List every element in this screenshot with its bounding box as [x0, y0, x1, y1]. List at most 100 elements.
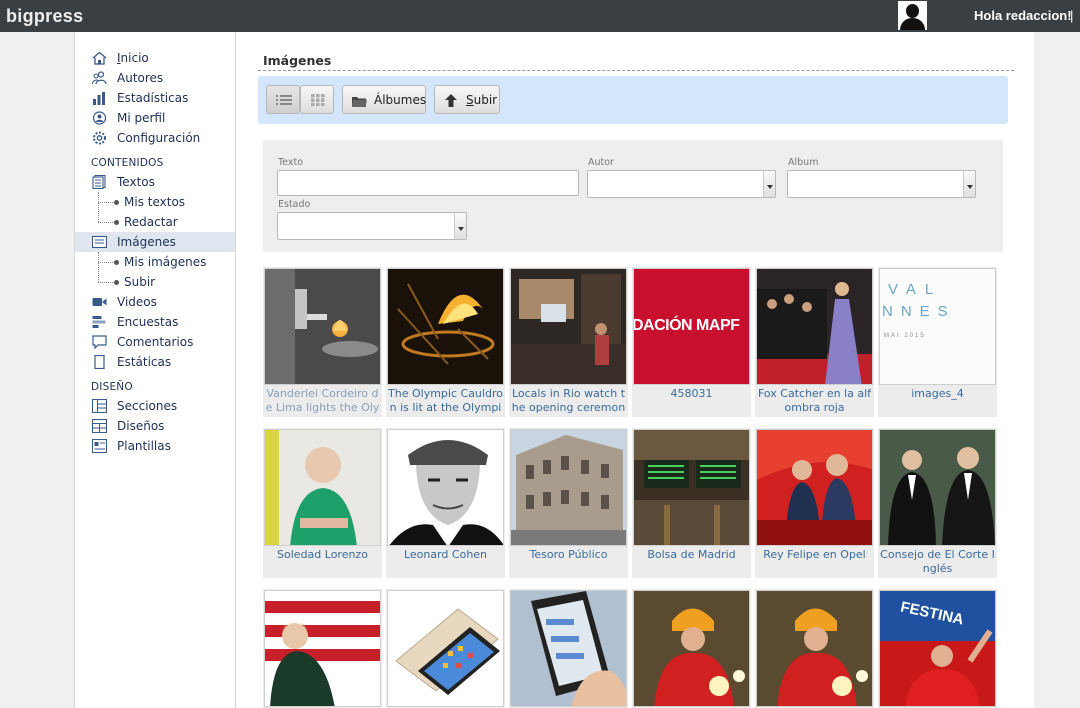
albums-button[interactable]: Álbumes: [342, 85, 426, 114]
sidebar-item-comentarios[interactable]: Comentarios: [75, 332, 235, 352]
image-thumbnail[interactable]: [879, 429, 996, 546]
sidebar-subitem-mis-imagenes[interactable]: Mis imágenes: [75, 252, 235, 272]
image-card[interactable]: VAL NNES MAI 2015 images_4: [878, 267, 997, 417]
sidebar-item-label: Mis imágenes: [124, 255, 207, 269]
estado-filter-select[interactable]: [277, 212, 467, 240]
image-thumbnail[interactable]: [387, 590, 504, 707]
sidebar-item-estadisticas[interactable]: Estadísticas: [75, 88, 235, 108]
brand-logo[interactable]: bigpress: [6, 6, 83, 27]
sidebar-item-configuracion[interactable]: Configuración: [75, 128, 235, 148]
image-thumbnail[interactable]: [387, 268, 504, 385]
header-separator: |: [1070, 8, 1074, 23]
image-caption[interactable]: Consejo de El Corte Inglés: [879, 548, 996, 577]
image-thumbnail[interactable]: [264, 590, 381, 707]
image-caption[interactable]: 458031: [633, 387, 750, 416]
image-thumbnail[interactable]: [510, 429, 627, 546]
thumbnail-logo-text: DACIÓN MAPF: [633, 317, 740, 334]
sidebar-item-label: Comentarios: [117, 335, 194, 349]
sidebar-subitem-mis-textos[interactable]: Mis textos: [75, 192, 235, 212]
image-card[interactable]: Fox Catcher en la alfombra roja: [755, 267, 874, 417]
image-card[interactable]: Soledad Lorenzo: [263, 428, 382, 578]
upload-button[interactable]: Subir: [434, 85, 500, 114]
image-thumbnail[interactable]: [387, 429, 504, 546]
album-filter-select[interactable]: [787, 170, 976, 198]
title-divider: [258, 70, 1014, 71]
sidebar: Inicio Autores Estadísticas Mi perfil Co…: [74, 32, 236, 708]
sidebar-subitem-subir[interactable]: Subir: [75, 272, 235, 292]
sidebar-item-textos[interactable]: Textos: [75, 172, 235, 192]
user-greeting[interactable]: Hola redaccion!: [974, 8, 1072, 23]
image-card[interactable]: [632, 589, 751, 708]
sidebar-item-encuestas[interactable]: Encuestas: [75, 312, 235, 332]
section-label-diseno: DISEÑO: [91, 381, 133, 393]
sidebar-item-label: Mi perfil: [117, 111, 166, 125]
texto-filter-input[interactable]: [277, 170, 579, 196]
thumbnail-text-top: VAL: [888, 281, 943, 298]
section-label-contenidos: CONTENIDOS: [91, 157, 164, 169]
sidebar-item-label: Estadísticas: [117, 91, 189, 105]
image-caption[interactable]: Fox Catcher en la alfombra roja: [756, 387, 873, 416]
image-card[interactable]: Leonard Cohen: [386, 428, 505, 578]
sections-icon: [92, 399, 107, 413]
image-thumbnail[interactable]: [756, 590, 873, 707]
sidebar-item-estaticas[interactable]: Estáticas: [75, 352, 235, 372]
image-caption[interactable]: images_4: [879, 387, 996, 416]
image-caption[interactable]: Soledad Lorenzo: [264, 548, 381, 577]
image-card[interactable]: Locals in Rio watch the opening ceremony: [509, 267, 628, 417]
image-thumbnail[interactable]: [633, 590, 750, 707]
sidebar-item-secciones[interactable]: Secciones: [75, 396, 235, 416]
sidebar-item-imagenes[interactable]: Imágenes: [75, 232, 235, 252]
list-view-button[interactable]: [266, 85, 300, 114]
image-caption[interactable]: Tesoro Público: [510, 548, 627, 577]
image-thumbnail[interactable]: [756, 429, 873, 546]
sidebar-item-label: Mis textos: [124, 195, 186, 209]
image-caption[interactable]: Locals in Rio watch the opening ceremony: [510, 387, 627, 416]
image-thumbnail[interactable]: DACIÓN MAPF: [633, 268, 750, 385]
autor-filter-select[interactable]: [587, 170, 776, 198]
image-caption[interactable]: Vanderlei Cordeiro de Lima lights the Ol…: [264, 387, 381, 416]
image-card[interactable]: [263, 589, 382, 708]
image-card[interactable]: Tesoro Público: [509, 428, 628, 578]
sidebar-item-videos[interactable]: Videos: [75, 292, 235, 312]
image-card[interactable]: Consejo de El Corte Inglés: [878, 428, 997, 578]
image-card[interactable]: [755, 589, 874, 708]
image-card[interactable]: DACIÓN MAPF 458031: [632, 267, 751, 417]
sidebar-item-label: Inicio: [117, 51, 149, 65]
top-bar: bigpress Hola redaccion! |: [0, 0, 1080, 32]
image-caption[interactable]: Rey Felipe en Opel: [756, 548, 873, 577]
image-thumbnail[interactable]: [264, 429, 381, 546]
image-thumbnail[interactable]: VAL NNES MAI 2015: [879, 268, 996, 385]
thumbnail-art: [757, 269, 872, 384]
sidebar-subitem-redactar[interactable]: Redactar: [75, 212, 235, 232]
image-icon: [92, 235, 107, 249]
image-thumbnail[interactable]: FESTINA: [879, 590, 996, 707]
thumbnail-art: [880, 430, 995, 545]
sidebar-item-plantillas[interactable]: Plantillas: [75, 436, 235, 456]
stats-icon: [93, 92, 105, 105]
grid-view-button[interactable]: [300, 85, 334, 114]
sidebar-item-mi-perfil[interactable]: Mi perfil: [75, 108, 235, 128]
upload-arrow-icon: [445, 94, 457, 107]
texts-icon: [92, 175, 106, 189]
image-thumbnail[interactable]: [633, 429, 750, 546]
image-card[interactable]: FESTINA: [878, 589, 997, 708]
thumbnail-art: [511, 269, 626, 384]
image-card[interactable]: [386, 589, 505, 708]
image-card[interactable]: The Olympic Cauldron is lit at the Olymp…: [386, 267, 505, 417]
sidebar-item-autores[interactable]: Autores: [75, 68, 235, 88]
image-card[interactable]: [509, 589, 628, 708]
sidebar-item-disenos[interactable]: Diseños: [75, 416, 235, 436]
sidebar-item-inicio[interactable]: Inicio: [75, 48, 235, 68]
image-thumbnail[interactable]: [756, 268, 873, 385]
image-card[interactable]: Bolsa de Madrid: [632, 428, 751, 578]
user-avatar[interactable]: [898, 1, 927, 30]
image-card[interactable]: Rey Felipe en Opel: [755, 428, 874, 578]
image-thumbnail[interactable]: [510, 268, 627, 385]
image-card[interactable]: Vanderlei Cordeiro de Lima lights the Ol…: [263, 267, 382, 417]
image-caption[interactable]: Leonard Cohen: [387, 548, 504, 577]
image-thumbnail[interactable]: [264, 268, 381, 385]
image-caption[interactable]: The Olympic Cauldron is lit at the Olymp…: [387, 387, 504, 416]
chevron-down-icon: [763, 171, 775, 197]
image-caption[interactable]: Bolsa de Madrid: [633, 548, 750, 577]
image-thumbnail[interactable]: [510, 590, 627, 707]
